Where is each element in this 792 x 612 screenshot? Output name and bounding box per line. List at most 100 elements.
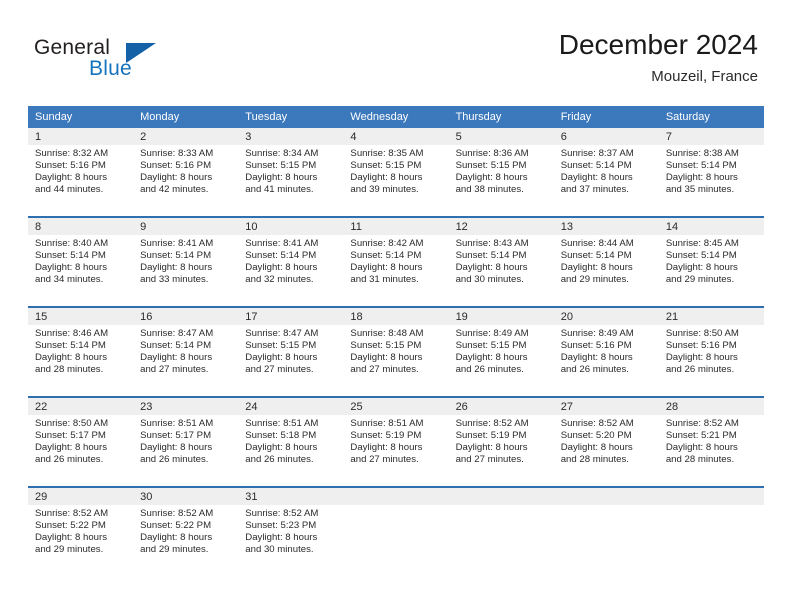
- day-cell-inner: 27 Sunrise: 8:52 AM Sunset: 5:20 PM Dayligh…: [553, 398, 659, 486]
- weekday-header-saturday: Saturday: [658, 106, 764, 128]
- calendar-day-cell[interactable]: 15 Sunrise: 8:46 AM Sunset: 5:14 PM Dayligh…: [28, 306, 134, 397]
- sunset-text: Sunset: 5:14 PM: [665, 250, 737, 262]
- sunrise-text: Sunrise: 8:43 AM: [455, 238, 529, 249]
- sunrise-text: Sunrise: 8:41 AM: [140, 238, 214, 249]
- daylight-text-line1: Daylight: 8 hours: [665, 352, 738, 364]
- brand-logo[interactable]: General Blue: [34, 36, 184, 88]
- daylight-text-line2: and 38 minutes.: [455, 184, 524, 196]
- calendar-day-cell[interactable]: 18 Sunrise: 8:48 AM Sunset: 5:15 PM Dayligh…: [343, 306, 449, 397]
- day-cell-inner: 30 Sunrise: 8:52 AM Sunset: 5:22 PM Dayligh…: [133, 488, 239, 576]
- calendar-day-cell[interactable]: 7 Sunrise: 8:38 AM Sunset: 5:14 PM Daylight…: [658, 128, 764, 217]
- sunset-text: Sunset: 5:17 PM: [140, 430, 212, 442]
- sunset-text: Sunset: 5:14 PM: [665, 160, 737, 172]
- day-cell-inner: 17 Sunrise: 8:47 AM Sunset: 5:15 PM Dayligh…: [238, 308, 344, 396]
- calendar-day-cell[interactable]: 21 Sunrise: 8:50 AM Sunset: 5:16 PM Dayligh…: [658, 306, 764, 397]
- calendar-day-cell[interactable]: 30 Sunrise: 8:52 AM Sunset: 5:22 PM Dayligh…: [133, 486, 239, 576]
- daylight-text-line1: Daylight: 8 hours: [35, 352, 107, 364]
- calendar-day-cell[interactable]: 10 Sunrise: 8:41 AM Sunset: 5:14 PM Dayligh…: [238, 216, 344, 307]
- day-cell-inner: 31 Sunrise: 8:52 AM Sunset: 5:23 PM Dayligh…: [238, 488, 344, 576]
- sunset-text: Sunset: 5:14 PM: [35, 250, 106, 262]
- daylight-text-line2: and 28 minutes.: [560, 454, 629, 466]
- daylight-text-line1: Daylight: 8 hours: [560, 352, 633, 364]
- sunrise-text: Sunrise: 8:35 AM: [350, 148, 424, 159]
- day-number: 31: [238, 488, 344, 505]
- calendar-day-cell[interactable]: 17 Sunrise: 8:47 AM Sunset: 5:15 PM Dayligh…: [238, 306, 344, 397]
- calendar-day-cell[interactable]: 6 Sunrise: 8:37 AM Sunset: 5:14 PM Daylight…: [553, 128, 659, 217]
- sunrise-text: Sunrise: 8:52 AM: [245, 508, 319, 519]
- sunset-text: Sunset: 5:22 PM: [140, 520, 212, 532]
- calendar-day-cell[interactable]: 3 Sunrise: 8:34 AM Sunset: 5:15 PM Daylight…: [238, 128, 344, 217]
- daylight-text-line1: Daylight: 8 hours: [350, 352, 423, 364]
- calendar-day-cell[interactable]: 23 Sunrise: 8:51 AM Sunset: 5:17 PM Dayligh…: [133, 396, 239, 487]
- day-number: 22: [28, 398, 134, 415]
- sunrise-text: Sunrise: 8:37 AM: [560, 148, 634, 159]
- calendar-day-cell[interactable]: 22 Sunrise: 8:50 AM Sunset: 5:17 PM Dayligh…: [28, 396, 134, 487]
- day-info: Sunrise: 8:40 AM Sunset: 5:14 PM Daylight:…: [28, 235, 133, 286]
- sunrise-text: Sunrise: 8:47 AM: [245, 328, 319, 339]
- daylight-text-line1: Daylight: 8 hours: [140, 532, 213, 544]
- daylight-text-line1: Daylight: 8 hours: [455, 172, 528, 184]
- calendar-day-cell[interactable]: 24 Sunrise: 8:51 AM Sunset: 5:18 PM Dayligh…: [238, 396, 344, 487]
- calendar-empty-cell: [343, 486, 449, 576]
- daylight-text-line2: and 27 minutes.: [140, 364, 209, 376]
- sunset-text: Sunset: 5:15 PM: [245, 160, 317, 172]
- calendar-day-cell[interactable]: 13 Sunrise: 8:44 AM Sunset: 5:14 PM Dayligh…: [553, 216, 659, 307]
- calendar-day-cell[interactable]: 28 Sunrise: 8:52 AM Sunset: 5:21 PM Dayligh…: [658, 396, 764, 487]
- day-number: 1: [28, 128, 134, 145]
- day-info: Sunrise: 8:36 AM Sunset: 5:15 PM Daylight:…: [449, 145, 554, 196]
- sunset-text: Sunset: 5:15 PM: [350, 160, 422, 172]
- calendar-day-cell[interactable]: 26 Sunrise: 8:52 AM Sunset: 5:19 PM Dayligh…: [448, 396, 554, 487]
- daylight-text-line1: Daylight: 8 hours: [35, 172, 107, 184]
- page-subtitle-location: Mouzeil, France: [651, 68, 758, 85]
- daylight-text-line1: Daylight: 8 hours: [35, 262, 107, 274]
- daylight-text-line2: and 26 minutes.: [35, 454, 104, 466]
- calendar-day-cell[interactable]: 29 Sunrise: 8:52 AM Sunset: 5:22 PM Dayligh…: [28, 486, 134, 576]
- calendar-day-cell[interactable]: 8 Sunrise: 8:40 AM Sunset: 5:14 PM Daylight…: [28, 216, 134, 307]
- day-cell-inner: 6 Sunrise: 8:37 AM Sunset: 5:14 PM Daylight…: [553, 128, 659, 216]
- sunrise-text: Sunrise: 8:42 AM: [350, 238, 424, 249]
- sunset-text: Sunset: 5:15 PM: [455, 340, 527, 352]
- day-info: Sunrise: 8:52 AM Sunset: 5:21 PM Daylight:…: [659, 415, 764, 466]
- sunrise-text: Sunrise: 8:52 AM: [560, 418, 634, 429]
- calendar-day-cell[interactable]: 4 Sunrise: 8:35 AM Sunset: 5:15 PM Daylight…: [343, 128, 449, 217]
- day-number: 23: [133, 398, 239, 415]
- calendar-day-cell[interactable]: 9 Sunrise: 8:41 AM Sunset: 5:14 PM Daylight…: [133, 216, 239, 307]
- calendar-day-cell[interactable]: 11 Sunrise: 8:42 AM Sunset: 5:14 PM Dayligh…: [343, 216, 449, 307]
- calendar-day-cell[interactable]: 5 Sunrise: 8:36 AM Sunset: 5:15 PM Daylight…: [448, 128, 554, 217]
- calendar-day-cell[interactable]: 16 Sunrise: 8:47 AM Sunset: 5:14 PM Dayligh…: [133, 306, 239, 397]
- daylight-text-line2: and 37 minutes.: [560, 184, 629, 196]
- calendar-day-cell[interactable]: 20 Sunrise: 8:49 AM Sunset: 5:16 PM Dayligh…: [553, 306, 659, 397]
- sunset-text: Sunset: 5:19 PM: [350, 430, 422, 442]
- sunrise-text: Sunrise: 8:45 AM: [665, 238, 739, 249]
- daylight-text-line1: Daylight: 8 hours: [455, 352, 528, 364]
- page-header: General Blue December 2024 Mouzeil, Fran…: [0, 0, 792, 100]
- calendar-day-cell[interactable]: 2 Sunrise: 8:33 AM Sunset: 5:16 PM Daylight…: [133, 128, 239, 217]
- calendar-day-cell[interactable]: 19 Sunrise: 8:49 AM Sunset: 5:15 PM Dayligh…: [448, 306, 554, 397]
- day-info: Sunrise: 8:51 AM Sunset: 5:18 PM Daylight:…: [238, 415, 343, 466]
- calendar-day-cell[interactable]: 27 Sunrise: 8:52 AM Sunset: 5:20 PM Dayligh…: [553, 396, 659, 487]
- weekday-header-friday: Friday: [553, 106, 659, 128]
- sunrise-text: Sunrise: 8:51 AM: [350, 418, 424, 429]
- calendar-day-cell[interactable]: 31 Sunrise: 8:52 AM Sunset: 5:23 PM Dayligh…: [238, 486, 344, 576]
- sunrise-text: Sunrise: 8:40 AM: [35, 238, 109, 249]
- day-number: 27: [553, 398, 659, 415]
- day-cell-inner: 25 Sunrise: 8:51 AM Sunset: 5:19 PM Dayligh…: [343, 398, 449, 486]
- calendar-day-cell[interactable]: 25 Sunrise: 8:51 AM Sunset: 5:19 PM Dayligh…: [343, 396, 449, 487]
- calendar-day-cell[interactable]: 12 Sunrise: 8:43 AM Sunset: 5:14 PM Dayligh…: [448, 216, 554, 307]
- daylight-text-line2: and 27 minutes.: [455, 454, 524, 466]
- weekday-header-thursday: Thursday: [448, 106, 554, 128]
- sunrise-text: Sunrise: 8:50 AM: [35, 418, 109, 429]
- day-number: 26: [448, 398, 554, 415]
- day-info: Sunrise: 8:35 AM Sunset: 5:15 PM Daylight:…: [343, 145, 448, 196]
- day-info: Sunrise: 8:50 AM Sunset: 5:16 PM Daylight:…: [659, 325, 764, 376]
- calendar-day-cell[interactable]: 14 Sunrise: 8:45 AM Sunset: 5:14 PM Dayligh…: [658, 216, 764, 307]
- calendar-day-cell[interactable]: 1 Sunrise: 8:32 AM Sunset: 5:16 PM Daylight…: [28, 128, 134, 217]
- day-number: 6: [553, 128, 659, 145]
- sunset-text: Sunset: 5:22 PM: [35, 520, 106, 532]
- day-cell-inner: 28 Sunrise: 8:52 AM Sunset: 5:21 PM Dayligh…: [658, 398, 764, 486]
- sunset-text: Sunset: 5:14 PM: [245, 250, 317, 262]
- daylight-text-line2: and 30 minutes.: [245, 544, 314, 556]
- day-cell-inner: 19 Sunrise: 8:49 AM Sunset: 5:15 PM Dayligh…: [448, 308, 554, 396]
- day-info: Sunrise: 8:41 AM Sunset: 5:14 PM Daylight:…: [238, 235, 343, 286]
- day-cell-inner: 15 Sunrise: 8:46 AM Sunset: 5:14 PM Dayligh…: [28, 308, 134, 396]
